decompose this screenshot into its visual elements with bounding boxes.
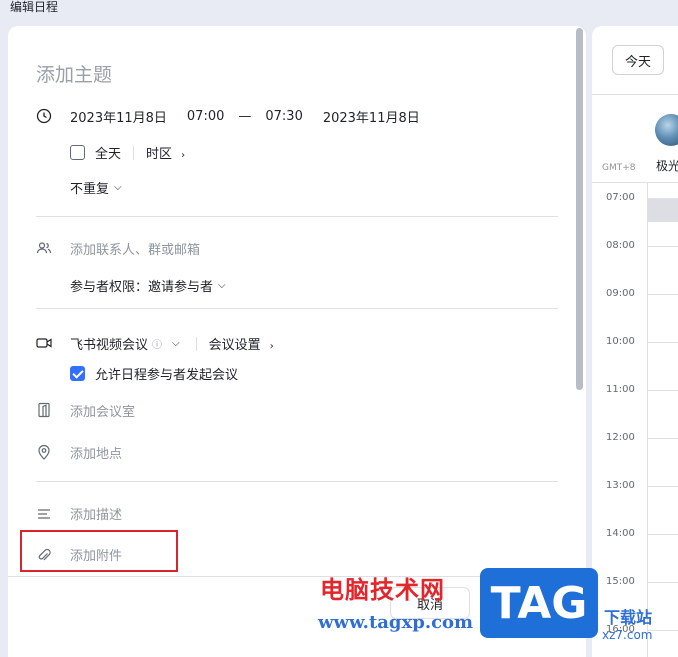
hour-grid-line [648,390,678,391]
add-description-button[interactable]: 添加描述 [70,504,122,523]
all-day-row: 全天 时区 › [70,143,185,162]
location-pin-icon [36,444,52,460]
hour-label: 12:00 [606,432,635,443]
hour-grid-line [648,294,678,295]
end-time[interactable]: 07:30 [265,109,302,124]
watermark-right-url: xz7.com [602,628,653,642]
all-day-label: 全天 [95,147,122,162]
allow-start-label: 允许日程参与者发起会议 [95,368,239,383]
text-lines-icon [36,506,52,522]
repeat-label: 不重复 [70,182,110,197]
all-day-checkbox[interactable] [70,145,85,160]
permission-label: 参与者权限： [70,280,149,295]
hour-label: 08:00 [606,240,635,251]
chevron-right-icon: › [269,341,274,352]
hour-label: 15:00 [606,576,635,587]
divider [133,145,135,160]
hour-label: 09:00 [606,288,635,299]
calendar-panel: 今天 极光 GMT+8 07:00 08:00 09:00 10:00 11:00 12:… [592,26,678,657]
info-icon[interactable]: ⓘ [152,336,162,351]
divider [592,182,678,183]
add-location-button[interactable]: 添加地点 [70,443,122,462]
hour-grid-line [648,630,678,631]
subject-input[interactable]: 添加主题 [36,60,112,87]
allow-start-checkbox[interactable] [70,366,85,381]
video-meeting-row: 飞书视频会议 ⓘ ⌵ 会议设置 › [70,334,274,353]
divider [592,94,678,95]
scrollbar[interactable] [576,28,583,390]
hour-label: 13:00 [606,480,635,491]
people-icon [36,240,52,256]
hour-label: 10:00 [606,336,635,347]
avatar[interactable] [655,114,678,146]
meeting-room-icon [36,402,52,418]
window-title: 编辑日程 [10,0,59,14]
clock-icon [36,108,52,124]
busy-block[interactable] [648,198,678,222]
watermark-text: 电脑技术网 [320,576,445,604]
hour-label: 07:00 [606,192,635,203]
chevron-right-icon: › [181,150,186,161]
edit-event-panel: 添加主题 2023年11月8日 07:00 — 07:30 2023年11月8日… [8,26,586,657]
allow-start-row: 允许日程参与者发起会议 [70,364,238,383]
timezone-label: 时区 [146,147,173,162]
hour-grid-line [648,438,678,439]
timezone-link[interactable]: 时区 › [146,143,185,162]
today-button[interactable]: 今天 [612,45,664,75]
chevron-down-icon: ⌵ [114,182,122,193]
chevron-down-icon[interactable]: ⌵ [172,338,180,349]
meeting-settings-link[interactable]: 会议设置 › [209,334,274,353]
attendees-input[interactable]: 添加联系人、群或邮箱 [70,239,200,258]
start-time[interactable]: 07:00 [187,109,224,124]
meeting-settings-label: 会议设置 [208,338,261,353]
attachment-highlight-box [20,530,178,572]
watermark-url: www.tagxp.com [318,612,474,633]
hour-grid-line [648,582,678,583]
repeat-dropdown[interactable]: 不重复 ⌵ [70,178,122,197]
hour-label: 11:00 [606,384,635,395]
hour-grid-line [648,246,678,247]
start-date[interactable]: 2023年11月8日 [70,107,167,126]
video-meeting-label: 飞书视频会议 [70,338,149,353]
add-room-button[interactable]: 添加会议室 [70,401,135,420]
end-date[interactable]: 2023年11月8日 [323,107,420,126]
time-row: 2023年11月8日 07:00 — 07:30 2023年11月8日 [70,107,420,126]
hour-grid-line [648,486,678,487]
divider [195,336,197,351]
section-divider [36,308,558,309]
hour-grid-line [648,198,678,199]
permission-value: 邀请参与者 [148,280,214,295]
chevron-down-icon: ⌵ [218,280,226,291]
section-divider [36,216,558,217]
hour-grid-line [648,342,678,343]
range-dash: — [238,109,252,124]
permission-dropdown[interactable]: 参与者权限： 邀请参与者 ⌵ [70,276,226,295]
watermark-right-text: 下载站 [604,608,653,627]
timezone-label: GMT+8 [602,163,636,173]
section-divider [36,481,558,482]
video-camera-icon [36,335,52,351]
divider [647,182,648,657]
hour-grid-line [648,534,678,535]
calendar-person-name: 极光 [656,159,678,173]
hour-label: 14:00 [606,528,635,539]
watermark-tag-logo: TAG [480,568,598,638]
